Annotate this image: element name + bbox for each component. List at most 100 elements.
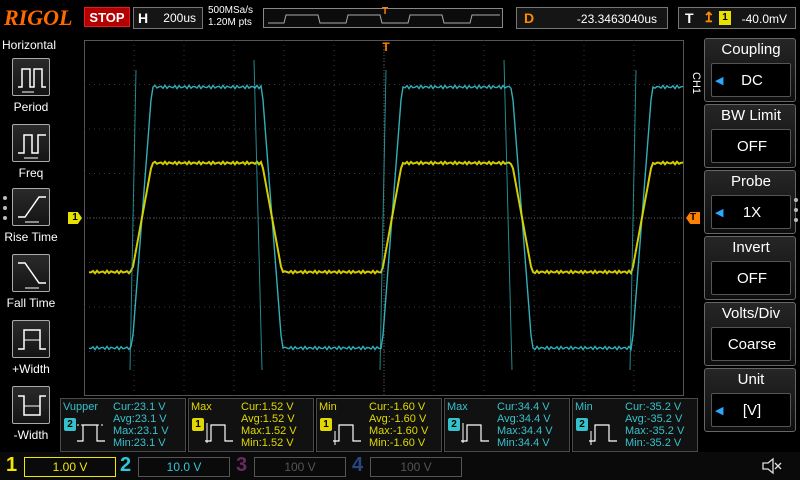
top-status-bar: RIGOL STOP H 200us 500MSa/s 1.20M pts T … bbox=[0, 0, 800, 36]
measurement-max: Max:1.52 V bbox=[241, 425, 297, 437]
measurement-values: Cur:-1.60 V Avg:-1.60 V Max:-1.60 V Min:… bbox=[369, 401, 428, 449]
timebase-box[interactable]: H 200us bbox=[133, 7, 203, 29]
panel-title: Horizontal bbox=[2, 38, 57, 52]
trigger-level-value: -40.0mV bbox=[741, 12, 787, 26]
waveform-display[interactable] bbox=[84, 40, 684, 396]
trigger-level-marker[interactable]: T bbox=[686, 212, 700, 224]
measurement-max: Max:-1.60 V bbox=[369, 425, 429, 437]
measurement-min: Min:34.4 V bbox=[497, 437, 550, 449]
measurement-min: Min:23.1 V bbox=[113, 437, 166, 449]
memory-overview-strip[interactable]: T bbox=[263, 6, 503, 28]
measurement-avg: Avg:-1.60 V bbox=[369, 413, 427, 425]
measurement-avg: Avg:-35.2 V bbox=[625, 413, 683, 425]
measurement-max: Max:-35.2 V bbox=[625, 425, 685, 437]
ch2-scale-button[interactable]: 2 10.0 V bbox=[116, 454, 230, 480]
sample-rate: 500MSa/s bbox=[208, 5, 254, 16]
delay-label: D bbox=[524, 10, 535, 26]
speaker-mute-icon[interactable] bbox=[760, 456, 784, 476]
measure-minus-width-button[interactable]: -Width bbox=[0, 386, 62, 446]
measurement-vupper[interactable]: Vupper 2 Cur:23.1 V Avg:23.1 V Max:23.1 … bbox=[60, 398, 186, 452]
menu-volts-div[interactable]: Volts/Div Coarse bbox=[704, 302, 796, 366]
min-icon bbox=[333, 424, 361, 445]
measure-freq-button[interactable]: Freq bbox=[0, 124, 62, 184]
graticule bbox=[84, 40, 684, 396]
menu-value: [V] bbox=[742, 402, 762, 419]
measurement-min: Min:-1.60 V bbox=[369, 437, 426, 449]
trigger-position-marker[interactable]: T bbox=[380, 40, 392, 56]
menu-coupling[interactable]: Coupling ◀ DC bbox=[704, 38, 796, 102]
menu-invert[interactable]: Invert OFF bbox=[704, 236, 796, 300]
measure-rise-time-button[interactable]: Rise Time bbox=[0, 188, 62, 248]
measurement-cur: Cur:23.1 V bbox=[113, 401, 166, 413]
menu-value: OFF bbox=[737, 138, 767, 155]
measurement-max-ch1[interactable]: Max 1 Cur:1.52 V Avg:1.52 V Max:1.52 V M… bbox=[188, 398, 314, 452]
minus-width-label: -Width bbox=[13, 428, 49, 442]
channel-scale: 10.0 V bbox=[138, 457, 230, 477]
channel-scale: 1.00 V bbox=[24, 457, 116, 477]
measurement-values: Cur:-35.2 V Avg:-35.2 V Max:-35.2 V Min:… bbox=[625, 401, 684, 449]
menu-value-box: OFF bbox=[711, 129, 791, 163]
measurement-min-ch1[interactable]: Min 1 Cur:-1.60 V Avg:-1.60 V Max:-1.60 … bbox=[316, 398, 442, 452]
menu-title: Unit bbox=[737, 371, 765, 388]
channel-menu-tab[interactable]: CH1 bbox=[690, 68, 702, 98]
measurement-name: Min bbox=[319, 401, 337, 413]
measure-plus-width-button[interactable]: +Width bbox=[0, 320, 62, 380]
ch2-edge-spike bbox=[129, 69, 137, 371]
measurement-avg: Avg:1.52 V bbox=[241, 413, 295, 425]
menu-value-box: ◀ 1X bbox=[711, 195, 791, 229]
measurement-cur: Cur:-35.2 V bbox=[625, 401, 682, 413]
vupper-icon bbox=[77, 424, 105, 442]
measurement-min: Min:-35.2 V bbox=[625, 437, 682, 449]
horizontal-label: H bbox=[138, 10, 149, 26]
measure-period-button[interactable]: Period bbox=[0, 58, 62, 118]
ch4-scale-button[interactable]: 4 100 V bbox=[348, 454, 462, 480]
minus-width-icon bbox=[12, 386, 50, 424]
horizontal-measure-panel: Horizontal Period Freq Rise Time Fall Ti… bbox=[0, 36, 62, 442]
menu-value-box: OFF bbox=[711, 261, 791, 295]
rising-edge-icon: ↥ bbox=[703, 9, 715, 25]
max-icon bbox=[461, 423, 489, 443]
menu-unit[interactable]: Unit ◀ [V] bbox=[704, 368, 796, 432]
measurement-bar: Vupper 2 Cur:23.1 V Avg:23.1 V Max:23.1 … bbox=[60, 398, 700, 452]
ch1-offset-marker[interactable]: 1 bbox=[68, 212, 82, 224]
scroll-dot bbox=[3, 216, 7, 220]
plus-width-label: +Width bbox=[12, 362, 50, 376]
trigger-label: T bbox=[685, 10, 694, 26]
channel-scale: 100 V bbox=[254, 457, 346, 477]
ch2-edge-spike bbox=[253, 59, 263, 371]
measurement-max: Max:23.1 V bbox=[113, 425, 169, 437]
rigol-logo: RIGOL bbox=[4, 5, 73, 30]
ch3-scale-button[interactable]: 3 100 V bbox=[232, 454, 346, 480]
measurement-name: Min bbox=[575, 401, 593, 413]
memory-depth: 1.20M pts bbox=[208, 17, 252, 28]
measurement-min-ch2[interactable]: Min 2 Cur:-35.2 V Avg:-35.2 V Max:-35.2 … bbox=[572, 398, 698, 452]
channel-number: 4 bbox=[352, 454, 364, 476]
menu-value-box: ◀ [V] bbox=[711, 393, 791, 427]
measurement-name: Vupper bbox=[63, 401, 99, 413]
measurement-max-ch2[interactable]: Max 2 Cur:34.4 V Avg:34.4 V Max:34.4 V M… bbox=[444, 398, 570, 452]
menu-value: 1X bbox=[742, 204, 762, 221]
freq-label: Freq bbox=[18, 166, 44, 180]
ch1-scale-button[interactable]: 1 1.00 V bbox=[2, 454, 116, 480]
menu-value: OFF bbox=[737, 270, 767, 287]
measurement-cur: Cur:1.52 V bbox=[241, 401, 294, 413]
menu-value: DC bbox=[741, 72, 763, 89]
fall-time-icon bbox=[12, 254, 50, 292]
channel-number: 3 bbox=[236, 454, 248, 476]
fall-time-label: Fall Time bbox=[6, 296, 56, 310]
menu-bw-limit[interactable]: BW Limit OFF bbox=[704, 104, 796, 168]
measure-fall-time-button[interactable]: Fall Time bbox=[0, 254, 62, 314]
measurement-values: Cur:1.52 V Avg:1.52 V Max:1.52 V Min:1.5… bbox=[241, 401, 297, 449]
menu-probe[interactable]: Probe ◀ 1X bbox=[704, 170, 796, 234]
rise-time-label: Rise Time bbox=[4, 230, 58, 244]
run-stop-badge[interactable]: STOP bbox=[84, 7, 130, 27]
delay-value: -23.3463040us bbox=[576, 12, 657, 26]
min-icon bbox=[589, 424, 617, 445]
menu-value-box: ◀ DC bbox=[711, 63, 791, 97]
scroll-dot bbox=[794, 218, 798, 222]
trigger-box[interactable]: T ↥ 1 -40.0mV bbox=[678, 7, 796, 29]
delay-box[interactable]: D -23.3463040us bbox=[516, 7, 668, 29]
ch2-edge-spike bbox=[629, 69, 637, 371]
ch1-waveform bbox=[88, 160, 684, 276]
ch2-edge-spike bbox=[503, 59, 513, 371]
